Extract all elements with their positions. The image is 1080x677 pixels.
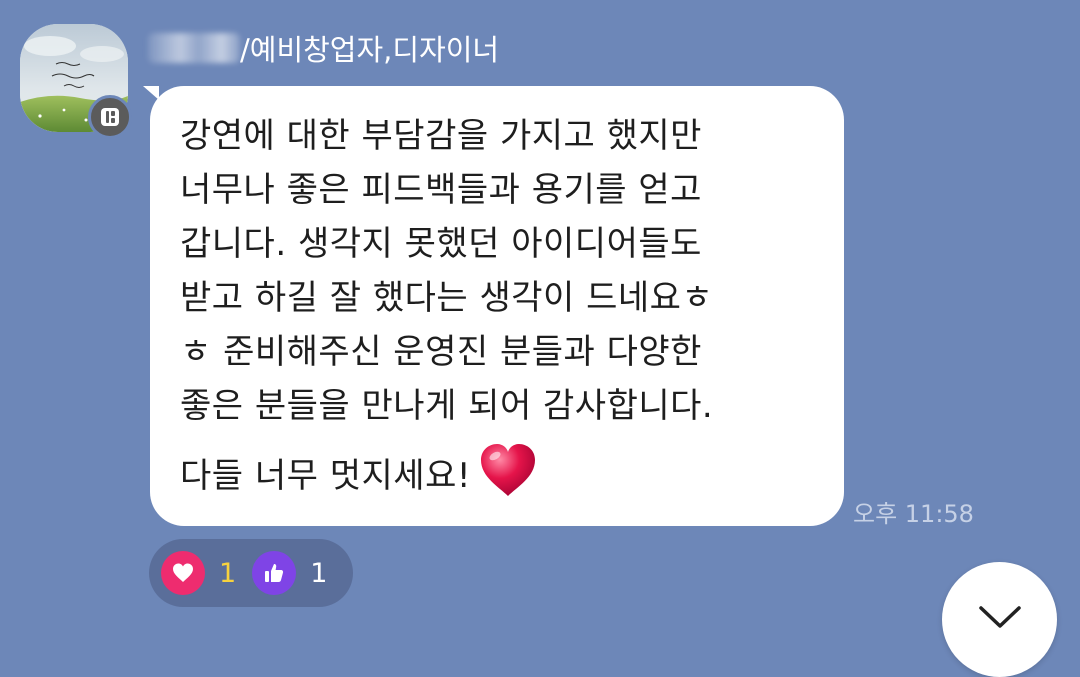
reaction-count: 1 <box>219 557 237 589</box>
reaction-count: 1 <box>310 557 328 589</box>
message-line: 좋은 분들을 만나게 되어 감사합니다. <box>180 386 714 426</box>
reaction-bar: 1 1 <box>149 539 353 607</box>
blurred-name <box>148 33 240 63</box>
sender-name-text: /예비창업자,디자이너 <box>240 33 500 67</box>
message-line: 강연에 대한 부담감을 가지고 했지만 <box>180 116 702 156</box>
profile-card-icon[interactable] <box>88 95 132 139</box>
message-time: 오후 11:58 <box>853 500 974 528</box>
thumbs-up-icon <box>252 551 297 595</box>
scroll-to-bottom-button[interactable] <box>942 562 1057 677</box>
sender-name[interactable]: /예비창업자,디자이너 <box>148 26 499 70</box>
message-bubble[interactable]: 강연에 대한 부담감을 가지고 했지만 너무나 좋은 피드백들과 용기를 얻고 … <box>150 86 844 526</box>
heart-icon <box>161 551 205 595</box>
message-line: ㅎ 준비해주신 운영진 분들과 다양한 <box>180 332 702 372</box>
message-line: 다들 너무 멋지세요! <box>180 456 471 496</box>
message-line: 갑니다. 생각지 못했던 아이디어들도 <box>180 224 702 264</box>
red-heart-emoji <box>477 441 539 499</box>
chevron-down-icon <box>978 605 1021 628</box>
reaction-heart[interactable]: 1 <box>161 551 236 595</box>
reaction-thumbs-up[interactable]: 1 <box>252 551 327 595</box>
message-line: 받고 하길 잘 했다는 생각이 드네요ㅎ <box>180 278 714 318</box>
message-last-line: 다들 너무 멋지세요! <box>180 444 816 503</box>
chat-room: /예비창업자,디자이너 강연에 대한 부담감을 가지고 했지만 너무나 좋은 피… <box>0 0 1080 677</box>
message-line: 너무나 좋은 피드백들과 용기를 얻고 <box>180 170 702 210</box>
